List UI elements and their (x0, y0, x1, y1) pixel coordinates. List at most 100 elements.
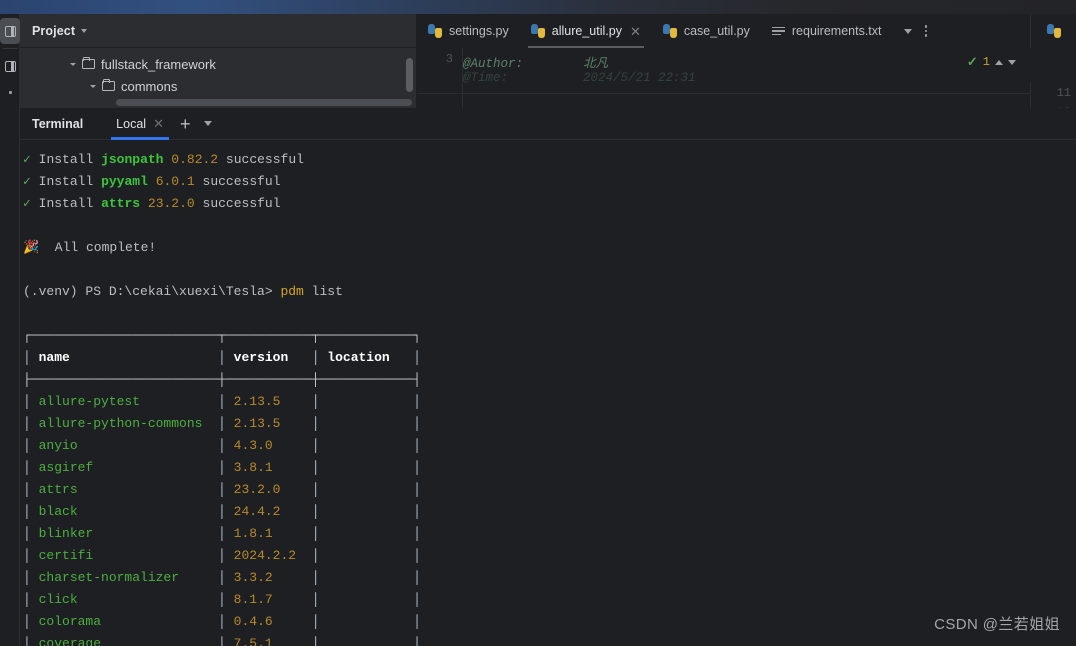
table-header-row: │ name │ version │ location │ (23, 350, 421, 365)
project-panel-header[interactable]: Project (20, 14, 416, 48)
editor-bottom-divider (417, 93, 1030, 94)
table-row: │ attrs │ 23.2.0 │ │ (23, 482, 421, 497)
editor-tab-label: settings.py (449, 24, 509, 38)
editor-gutter: 3 (417, 48, 463, 108)
success-check-icon: ✓ (23, 152, 31, 167)
terminal-prompt-line: (.venv) PS D:\cekai\xuexi\Tesla> pdm lis… (23, 281, 1076, 303)
tree-node-label: fullstack_framework (101, 56, 216, 72)
project-panel-title: Project (32, 23, 76, 38)
expand-chevron-icon[interactable] (70, 62, 76, 66)
python-file-icon (428, 24, 442, 38)
party-popper-icon: 🎉 (23, 240, 40, 255)
code-line-time: @Time: 2024/5/21 22:31 (463, 71, 696, 85)
table-row: │ colorama │ 0.4.6 │ │ (23, 614, 421, 629)
editor-tab-allure-util-py[interactable]: allure_util.py ✕ (520, 14, 652, 48)
next-highlight-icon[interactable] (1008, 59, 1016, 65)
project-tree-vertical-scrollbar[interactable] (406, 58, 413, 92)
editor-tab-label: requirements.txt (791, 24, 882, 38)
inspections-widget[interactable]: ✓ 1 (967, 54, 1016, 70)
table-row: │ allure-python-commons │ 2.13.5 │ │ (23, 416, 421, 431)
terminal-line-install: ✓ Install pyyaml 6.0.1 successful (23, 171, 1076, 193)
project-tree-horizontal-scrollbar[interactable] (116, 99, 412, 106)
project-tree: fullstack_framework commons (20, 48, 416, 97)
rail-button-more[interactable] (0, 79, 20, 105)
package-version: 23.2.0 (147, 196, 195, 211)
install-verb: Install (38, 196, 94, 211)
right-split-gutter: 11 12 (1030, 82, 1076, 119)
rail-divider (2, 48, 17, 49)
shell-prompt: (.venv) PS D:\cekai\xuexi\Tesla> (23, 284, 273, 299)
python-file-icon (662, 24, 677, 38)
table-row: │ allure-pytest │ 2.13.5 │ │ (23, 394, 421, 409)
install-status: successful (202, 196, 281, 211)
inspection-count: 1 (982, 55, 990, 69)
line-number: 11 (1056, 86, 1071, 100)
terminal-tab-local[interactable]: Local ✕ (109, 108, 171, 140)
inspection-ok-icon: ✓ (966, 54, 978, 69)
table-top-border: ┌────────────────────────┬───────────┬──… (23, 328, 421, 343)
watermark: CSDN @兰若姐姐 (934, 616, 1060, 633)
rail-button-project[interactable] (0, 18, 20, 44)
table-row: │ black │ 24.4.2 │ │ (23, 504, 421, 519)
tab-overflow-chevron-icon[interactable] (903, 28, 912, 34)
expand-chevron-icon[interactable] (90, 84, 96, 88)
rail-button-structure[interactable] (0, 53, 20, 79)
table-row: │ asgiref │ 3.8.1 │ │ (23, 460, 421, 475)
ide-window: Project fullstack_framework commons sett… (0, 0, 1076, 646)
window-title-bar (0, 0, 1076, 14)
terminal-line-complete: 🎉 All complete! (23, 237, 1076, 259)
package-version: 6.0.1 (155, 174, 195, 189)
success-check-icon: ✓ (23, 196, 31, 211)
package-name: jsonpath (101, 152, 164, 167)
project-tool-window: Project fullstack_framework commons (20, 14, 417, 108)
install-verb: Install (38, 152, 94, 167)
text-file-icon (771, 25, 785, 37)
more-dot-icon (8, 90, 12, 94)
install-verb: Install (38, 174, 94, 189)
terminal-tab-label: Local (116, 116, 147, 131)
terminal-line-install: ✓ Install attrs 23.2.0 successful (23, 193, 1076, 215)
left-tool-rail (0, 14, 20, 646)
terminal-line-install: ✓ Install jsonpath 0.82.2 successful (23, 149, 1076, 171)
close-icon[interactable]: ✕ (630, 25, 641, 38)
editor-tab-requirements-txt[interactable]: requirements.txt (761, 14, 893, 48)
folder-icon (102, 78, 115, 91)
line-number: 3 (445, 52, 453, 66)
terminal-tool-window: Terminal Local ✕ + ✓ Install jsonpath 0.… (20, 108, 1076, 646)
terminal-tab-bar: Terminal Local ✕ + (20, 108, 1076, 140)
structure-window-icon (4, 60, 16, 72)
install-status: successful (202, 174, 281, 189)
new-terminal-tab-button[interactable]: + (171, 115, 200, 133)
tree-node-fullstack-framework[interactable]: fullstack_framework (20, 53, 416, 75)
table-row: │ blinker │ 1.8.1 │ │ (23, 526, 421, 541)
chevron-down-icon[interactable] (81, 28, 88, 33)
python-file-icon (1046, 24, 1061, 38)
editor-tab-tools (893, 14, 940, 48)
editor-tab-label: allure_util.py (551, 24, 622, 38)
editor-tab-settings-py[interactable]: settings.py (417, 14, 520, 48)
folder-icon (82, 56, 95, 69)
tree-node-commons[interactable]: commons (20, 75, 416, 97)
complete-text: All complete! (54, 240, 157, 255)
table-row: │ coverage │ 7.5.1 │ │ (23, 636, 421, 646)
close-icon[interactable]: ✕ (153, 116, 164, 132)
package-name: pyyaml (101, 174, 148, 189)
tree-node-label: commons (121, 78, 178, 94)
success-check-icon: ✓ (23, 174, 31, 189)
editor-options-kebab-icon[interactable] (919, 21, 934, 41)
editor-code-strip: 3 @Author: 北凡 @Time: 2024/5/21 22:31 ✓ 1… (417, 48, 1076, 119)
terminal-options-chevron-icon[interactable] (204, 121, 213, 126)
terminal-output[interactable]: ✓ Install jsonpath 0.82.2 successful ✓ I… (20, 140, 1076, 646)
previous-highlight-icon[interactable] (995, 59, 1003, 65)
editor-tab-label: case_util.py (683, 24, 750, 38)
command-args: list (311, 284, 343, 299)
install-status: successful (225, 152, 304, 167)
editor-tab-case-util-py[interactable]: case_util.py (652, 14, 761, 48)
split-editor-tab[interactable] (1030, 14, 1076, 48)
table-row: │ certifi │ 2024.2.2 │ │ (23, 548, 421, 563)
project-window-icon (4, 25, 16, 37)
package-table: ┌────────────────────────┬───────────┬──… (23, 325, 1076, 646)
